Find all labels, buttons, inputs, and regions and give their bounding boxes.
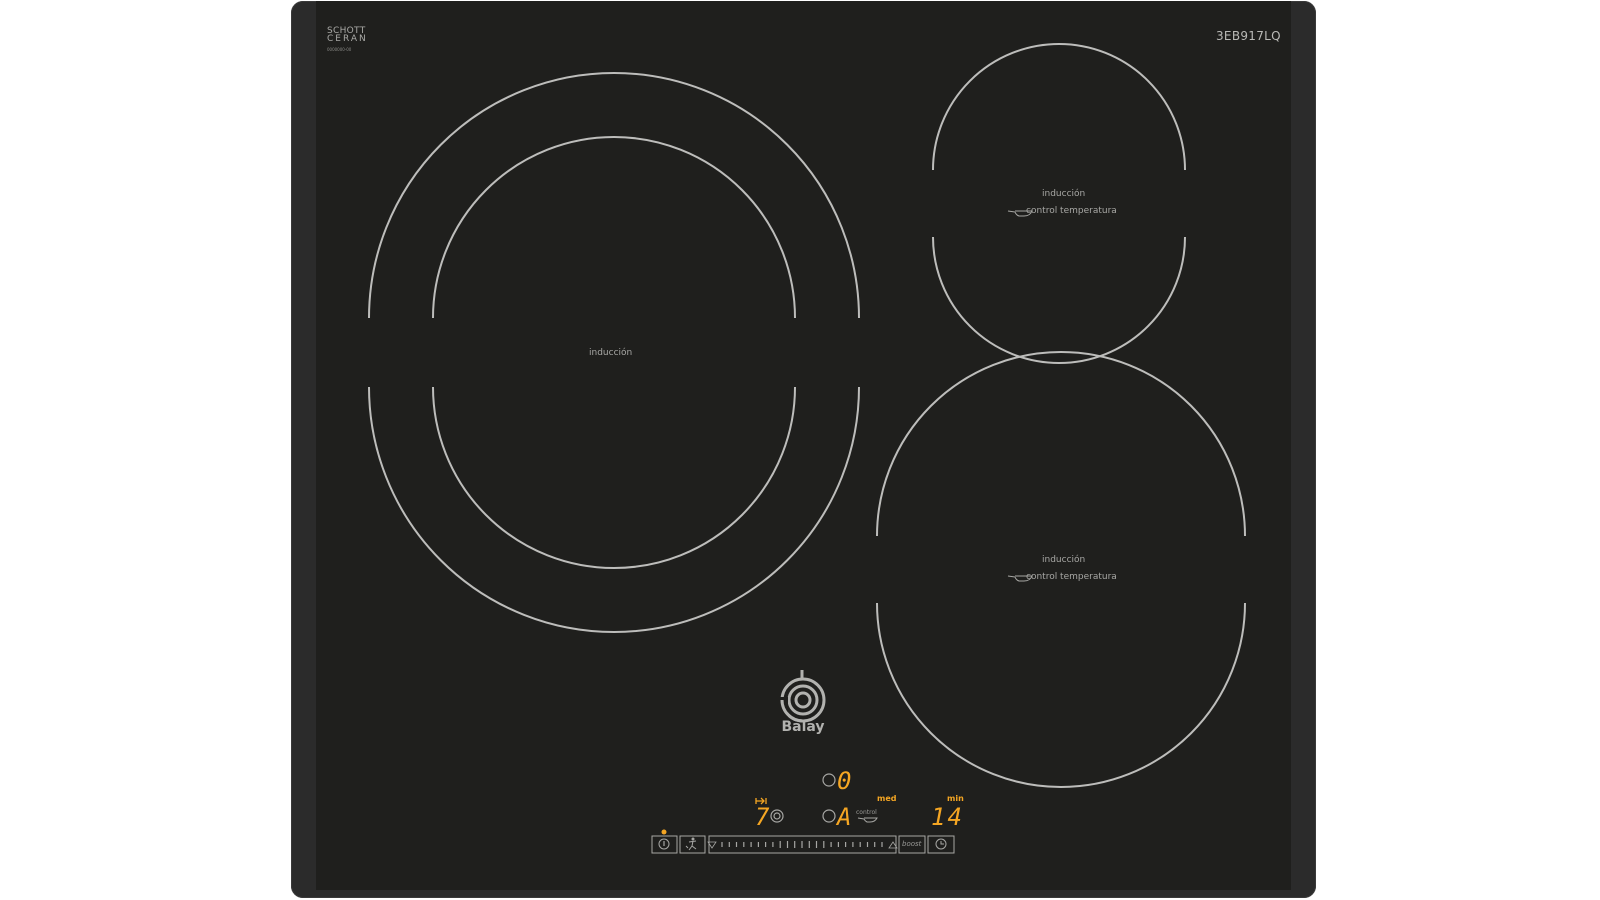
zone-display-bottom: A [837,803,854,831]
top-right-zone-feature: control temperatura [1026,206,1117,216]
left-zone-inner-ring [432,136,796,319]
power-icon [658,838,670,850]
boost-label: boost [902,840,922,848]
balay-logo-text: Balay [781,719,825,735]
bottom-right-zone-label: inducción [1042,555,1086,565]
clock-icon [935,838,947,850]
glass-brand-line2: CERAN [327,34,368,44]
temperature-control-label: control [856,809,877,816]
top-right-zone-label: inducción [1042,189,1086,199]
slider-ticks [721,841,883,848]
zone-display-top: 0 [837,767,854,795]
timer-display: 14 [931,803,964,831]
zone-select-button[interactable] [822,773,836,787]
bottom-right-zone-feature: control temperatura [1026,572,1117,582]
bottom-right-zone-ring-lower [876,602,1246,788]
bottom-right-zone-ring [876,351,1246,537]
left-zone-outer-ring [368,72,860,319]
top-right-zone-ring-lower [932,236,1186,364]
child-lock-icon [685,837,697,851]
temperature-mode-label: med [877,794,897,803]
frying-pan-icon [857,817,878,823]
left-zone-inner-ring-lower [432,386,796,569]
power-level-display: 7 [755,803,772,831]
top-right-zone-ring [932,43,1186,171]
product-image-stage: SCHOTT CERAN 0000000-00 3EB917LQ inducci… [0,0,1600,900]
timer-unit-label: min [947,794,964,803]
model-number: 3EB917LQ [1216,29,1281,43]
cooking-zone-rings [368,43,1246,854]
glass-fine-print: 0000000-00 [327,47,352,52]
pan-size-icon[interactable] [770,809,784,823]
status-led [661,829,667,835]
left-zone-label: inducción [589,348,633,358]
zone-select-button[interactable] [822,809,836,823]
left-zone-outer-ring-lower [368,386,860,633]
balay-spiral-logo-icon [780,670,826,723]
